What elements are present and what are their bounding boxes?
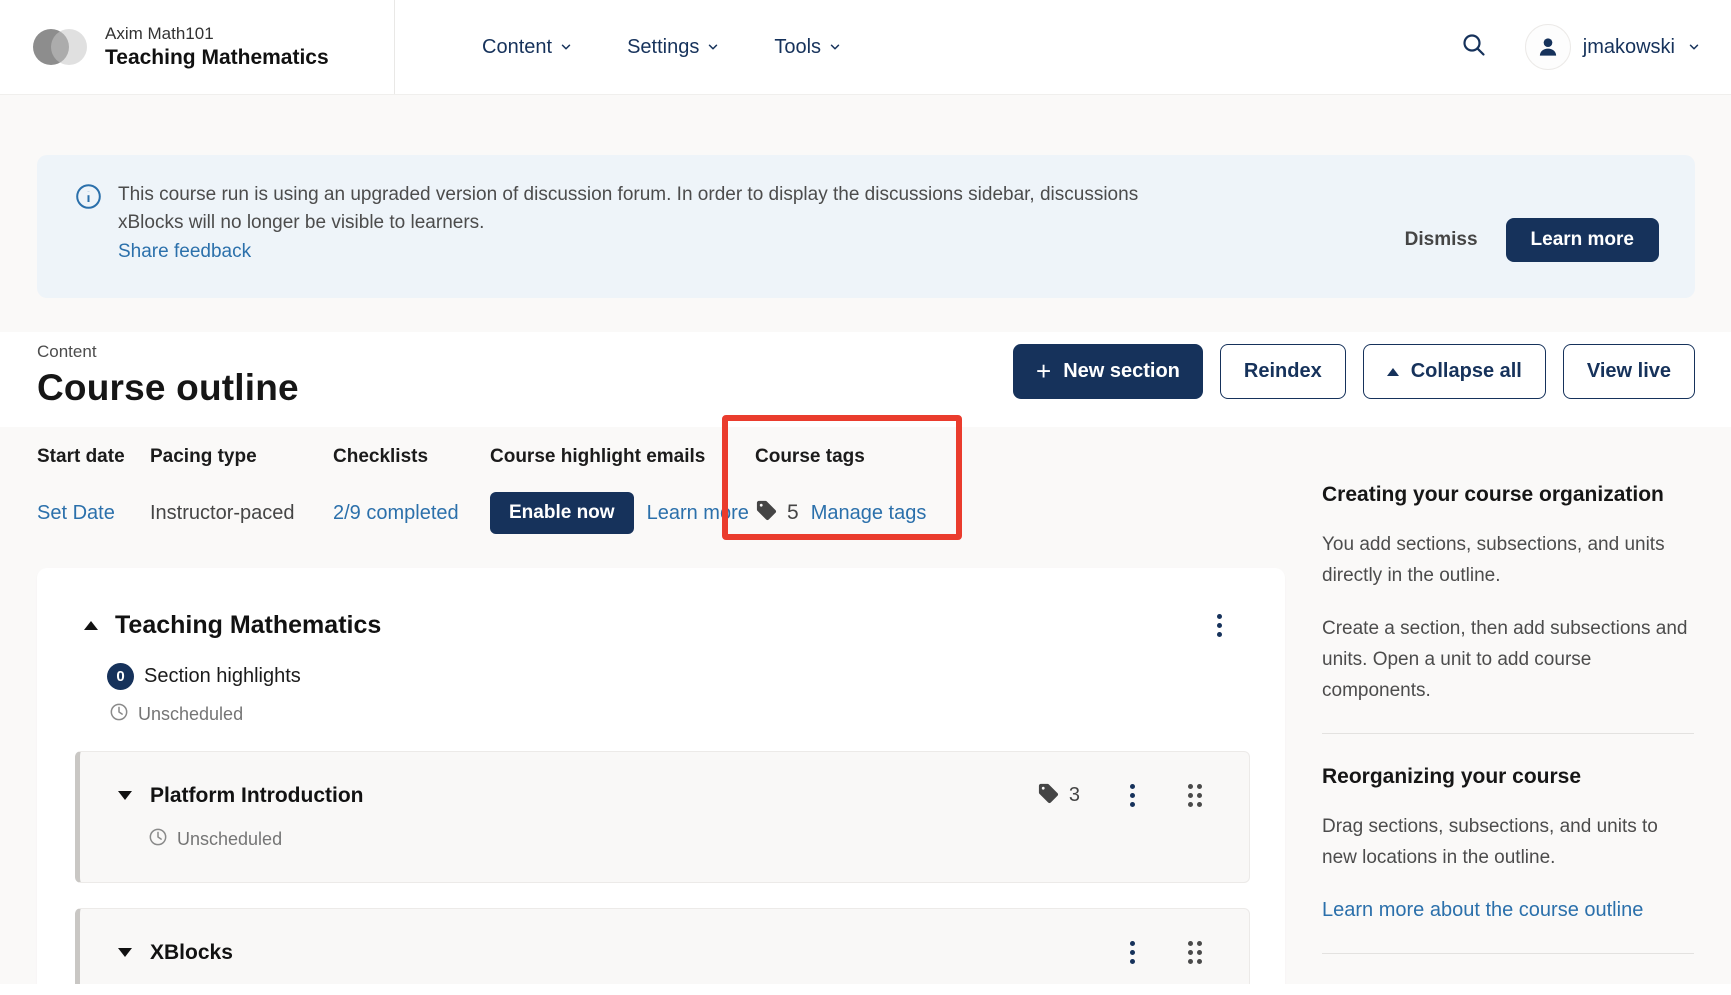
checklists-label: Checklists (333, 446, 490, 468)
reindex-label: Reindex (1244, 360, 1322, 383)
expand-subsection-icon[interactable] (118, 948, 132, 957)
subsection-kebab-menu-icon[interactable] (1126, 780, 1139, 811)
discussion-upgrade-banner: This course run is using an upgraded ver… (37, 155, 1695, 298)
clock-icon (109, 702, 129, 727)
expand-subsection-icon[interactable] (118, 791, 132, 800)
help-paragraph: Drag sections, subsections, and units to… (1322, 811, 1694, 873)
org-course-id: Axim Math101 (105, 23, 329, 44)
help-sidebar: Creating your course organization You ad… (1322, 481, 1694, 995)
subsection-kebab-menu-icon[interactable] (1126, 937, 1139, 968)
banner-message: This course run is using an upgraded ver… (118, 181, 1208, 237)
new-section-label: New section (1063, 360, 1180, 383)
collapse-section-icon[interactable] (84, 621, 98, 630)
start-date-label: Start date (37, 446, 150, 468)
outline-learn-more-link[interactable]: Learn more about the course outline (1322, 899, 1643, 921)
person-icon (1535, 34, 1561, 60)
user-menu[interactable]: jmakowski (1525, 24, 1701, 70)
share-feedback-link[interactable]: Share feedback (118, 238, 251, 266)
reindex-button[interactable]: Reindex (1220, 344, 1346, 399)
enable-now-button[interactable]: Enable now (490, 492, 634, 534)
nav-settings[interactable]: Settings (627, 36, 720, 59)
help-paragraph: You add sections, subsections, and units… (1322, 529, 1694, 591)
nav-tools[interactable]: Tools (774, 36, 842, 59)
plus-icon: + (1036, 358, 1051, 384)
avatar (1525, 24, 1571, 70)
nav-content[interactable]: Content (482, 36, 573, 59)
collapse-arrow-icon (1387, 368, 1399, 376)
page-head: Content Course outline + New section Rei… (0, 332, 1731, 427)
view-live-label: View live (1587, 360, 1671, 383)
manage-tags-link[interactable]: Manage tags (811, 502, 927, 525)
course-status-bar: Start date Set Date Pacing type Instruct… (37, 446, 1285, 535)
collapse-all-label: Collapse all (1411, 360, 1522, 383)
course-brand[interactable]: Axim Math101 Teaching Mathematics (0, 0, 395, 94)
chevron-down-icon (706, 40, 720, 54)
main-nav: Content Settings Tools (482, 36, 842, 59)
new-section-button[interactable]: + New section (1013, 344, 1203, 399)
subsection-title: XBlocks (150, 941, 233, 965)
clock-icon (148, 827, 168, 852)
subsection-tag-count: 3 (1069, 784, 1080, 807)
subsection-card: XBlocks Unscheduled (75, 908, 1250, 995)
search-icon[interactable] (1461, 32, 1487, 63)
app-header: Axim Math101 Teaching Mathematics Conten… (0, 0, 1731, 95)
tag-icon (755, 499, 778, 528)
course-tags-column: Course tags 5 Manage tags (755, 446, 926, 535)
nav-tools-label: Tools (774, 36, 821, 59)
subsection-card: Platform Introduction 3 (75, 751, 1250, 883)
viewport-cutoff-strip (0, 984, 1731, 995)
pacing-type-label: Pacing type (150, 446, 333, 468)
section-title: Teaching Mathematics (115, 611, 381, 640)
course-tags-label: Course tags (755, 446, 926, 468)
help-paragraph: Create a section, then add subsections a… (1322, 613, 1694, 706)
chevron-down-icon (1687, 40, 1701, 54)
section-kebab-menu-icon[interactable] (1213, 610, 1226, 641)
divider (1322, 733, 1694, 734)
highlight-learn-more-link[interactable]: Learn more (647, 502, 749, 525)
course-outline-card: Teaching Mathematics 0 Section highlight… (37, 568, 1285, 995)
help-heading: Creating your course organization (1322, 481, 1694, 509)
subsection-schedule: Unscheduled (177, 829, 282, 850)
section-highlights-link[interactable]: Section highlights (144, 665, 301, 688)
drag-handle-icon[interactable] (1185, 781, 1205, 810)
banner-learn-more-button[interactable]: Learn more (1506, 218, 1659, 262)
subsection-tags[interactable]: 3 (1037, 782, 1080, 810)
page-title: Course outline (37, 367, 299, 409)
username: jmakowski (1583, 36, 1675, 59)
info-icon (75, 181, 102, 215)
highlights-count-badge: 0 (107, 663, 134, 690)
dismiss-button[interactable]: Dismiss (1405, 229, 1478, 251)
course-name: Teaching Mathematics (105, 45, 329, 71)
section-header: Teaching Mathematics (84, 610, 1250, 641)
nav-settings-label: Settings (627, 36, 699, 59)
highlight-emails-label: Course highlight emails (490, 446, 755, 468)
help-heading: Reorganizing your course (1322, 763, 1694, 791)
section-schedule: Unscheduled (138, 704, 243, 725)
view-live-button[interactable]: View live (1563, 344, 1695, 399)
drag-handle-icon[interactable] (1185, 938, 1205, 967)
pacing-type-value: Instructor-paced (150, 491, 333, 535)
course-tags-count: 5 (787, 501, 799, 525)
set-date-link[interactable]: Set Date (37, 502, 115, 525)
chevron-down-icon (559, 40, 573, 54)
checklists-link[interactable]: 2/9 completed (333, 502, 459, 525)
collapse-all-button[interactable]: Collapse all (1363, 344, 1546, 399)
divider (1322, 953, 1694, 954)
subsection-title: Platform Introduction (150, 784, 364, 808)
tag-icon (1037, 782, 1060, 810)
org-logo-icon (33, 28, 93, 66)
breadcrumb: Content (37, 342, 299, 362)
chevron-down-icon (828, 40, 842, 54)
nav-content-label: Content (482, 36, 552, 59)
